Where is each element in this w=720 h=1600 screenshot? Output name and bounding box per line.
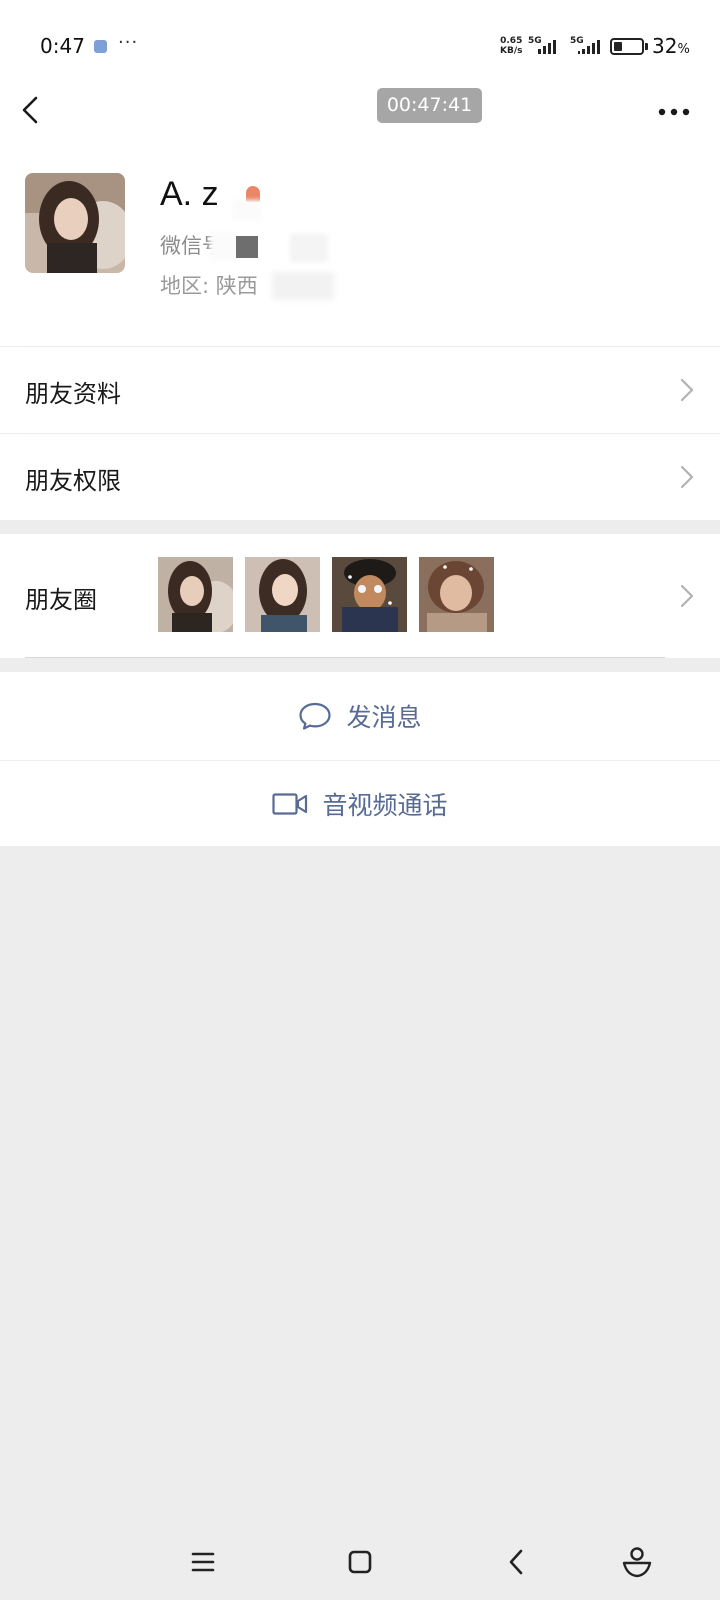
avatar-photo bbox=[25, 173, 125, 273]
chevron-right-icon bbox=[680, 465, 694, 489]
av-call-label: 音视频通话 bbox=[322, 790, 448, 820]
chevron-left-icon[interactable] bbox=[14, 92, 64, 132]
net-speed-value: 0.65 bbox=[500, 36, 523, 46]
battery-percent-value: 32 bbox=[652, 34, 678, 58]
call-timer[interactable]: 00:47:41 bbox=[377, 88, 482, 123]
notification-app-icon bbox=[94, 40, 107, 53]
system-navbar bbox=[0, 1528, 720, 1600]
home-square-icon[interactable] bbox=[340, 1542, 380, 1582]
region-label: 地区: 陕西 bbox=[160, 274, 258, 298]
moments-thumbnail bbox=[419, 557, 494, 632]
back-arrow-icon[interactable] bbox=[497, 1542, 537, 1582]
battery-percent: 32% bbox=[652, 34, 690, 58]
friend-permissions-label: 朋友权限 bbox=[25, 467, 121, 495]
chevron-right-icon bbox=[680, 378, 694, 402]
signal-strength-icon-2 bbox=[578, 40, 600, 54]
chat-bubble-icon bbox=[299, 702, 332, 730]
redaction-patch bbox=[210, 232, 236, 260]
more-dots-icon[interactable] bbox=[654, 102, 694, 122]
profile-card: A. z 微信号 地区: 陕西 bbox=[0, 150, 720, 346]
send-message-label: 发消息 bbox=[346, 703, 422, 732]
moments-thumbnail bbox=[245, 557, 320, 632]
redaction-patch bbox=[232, 200, 262, 220]
moments-label: 朋友圈 bbox=[25, 586, 97, 614]
friend-info-row[interactable]: 朋友资料 bbox=[0, 347, 720, 433]
section-gap bbox=[0, 658, 720, 672]
av-call-button[interactable]: 音视频通话 bbox=[0, 761, 720, 846]
redaction-patch bbox=[272, 272, 334, 300]
video-camera-icon bbox=[272, 792, 308, 815]
assistant-icon[interactable] bbox=[617, 1542, 657, 1582]
battery-percent-sign: % bbox=[677, 42, 690, 57]
moments-thumbnail bbox=[158, 557, 233, 632]
moments-thumbnail bbox=[332, 557, 407, 632]
battery-icon bbox=[610, 38, 644, 55]
battery-cap bbox=[645, 43, 648, 50]
moments-row[interactable]: 朋友圈 bbox=[0, 534, 720, 658]
chevron-right-icon bbox=[680, 584, 694, 608]
avatar[interactable] bbox=[25, 173, 125, 273]
wechat-id-redacted bbox=[236, 236, 258, 258]
status-time: 0:47 bbox=[40, 34, 85, 58]
net-speed-unit: KB/s bbox=[500, 46, 523, 56]
section-gap bbox=[0, 520, 720, 534]
menu-lines-icon[interactable] bbox=[183, 1542, 223, 1582]
status-bar: 0:47 ··· 0.65 KB/s 5G 5G 32% bbox=[0, 0, 720, 92]
friend-permissions-row[interactable]: 朋友权限 bbox=[0, 434, 720, 520]
redaction-patch bbox=[290, 234, 328, 262]
signal-strength-icon bbox=[538, 40, 556, 54]
status-more-indicator: ··· bbox=[118, 32, 139, 53]
battery-fill bbox=[614, 42, 622, 51]
profile-name: A. z bbox=[160, 175, 219, 213]
net-speed-indicator: 0.65 KB/s bbox=[500, 36, 522, 56]
send-message-button[interactable]: 发消息 bbox=[0, 672, 720, 760]
friend-info-label: 朋友资料 bbox=[25, 380, 121, 408]
